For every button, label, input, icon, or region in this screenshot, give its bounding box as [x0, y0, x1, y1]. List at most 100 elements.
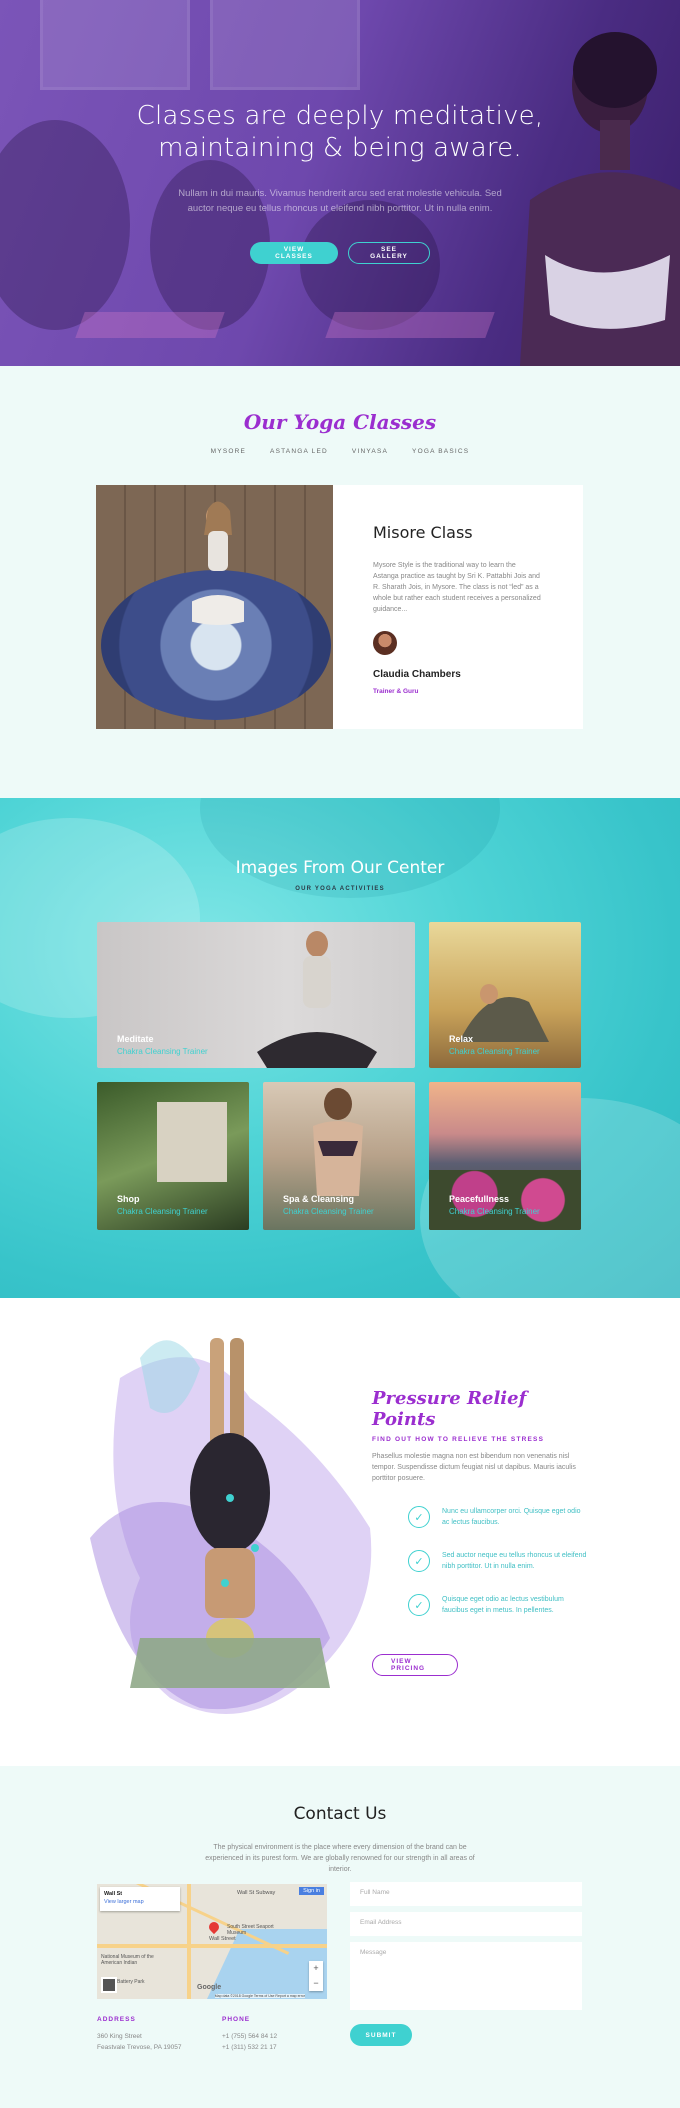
- tile-title: Peacefullness: [449, 1194, 510, 1204]
- contact-lead: The physical environment is the place wh…: [205, 1844, 475, 1873]
- map-label: Wall Street: [209, 1936, 236, 1942]
- map-label: National Museum of the American Indian: [101, 1954, 154, 1966]
- map-sign-in[interactable]: Sign in: [299, 1887, 324, 1895]
- gallery-section: Images From Our Center OUR YOGA ACTIVITI…: [0, 798, 680, 1298]
- pressure-heading: Pressure Relief Points: [372, 1388, 527, 1430]
- zoom-in-icon[interactable]: +: [309, 1961, 323, 1976]
- address-line: Feastvale Trevose, PA 19057: [97, 2044, 182, 2051]
- pressure-point-text: Sed auctor neque eu tellus rhoncus ut el…: [442, 1552, 587, 1570]
- map-larger-link[interactable]: View larger map: [104, 1898, 176, 1906]
- tile-title: Meditate: [117, 1034, 154, 1044]
- pressure-point-text: Nunc eu ullamcorper orci. Quisque eget o…: [442, 1508, 581, 1526]
- tab-yoga-basics[interactable]: YOGA BASICS: [412, 448, 469, 455]
- map-zoom-control: + −: [309, 1961, 323, 1991]
- hero-section: Classes are deeply meditative, maintainin…: [0, 0, 680, 366]
- gallery-heading: Images From Our Center: [235, 858, 445, 878]
- pressure-point: ✓ Sed auctor neque eu tellus rhoncus ut …: [372, 1550, 587, 1572]
- phone-label: PHONE: [222, 2016, 251, 2023]
- contact-heading: Contact Us: [293, 1804, 387, 1824]
- hero-content: Classes are deeply meditative, maintainin…: [0, 100, 680, 264]
- address-block: ADDRESS 360 King Street Feastvale Trevos…: [97, 2016, 181, 2053]
- full-name-field[interactable]: Full Name: [350, 1882, 582, 1906]
- address-label: ADDRESS: [97, 2016, 136, 2023]
- instructor-avatar: [373, 631, 397, 655]
- hero-title-line2: maintaining & being aware.: [158, 133, 522, 163]
- tile-subtitle: Chakra Cleansing Trainer: [283, 1207, 374, 1216]
- tile-subtitle: Chakra Cleansing Trainer: [117, 1047, 208, 1056]
- pressure-content: Pressure Relief Points FIND OUT HOW TO R…: [372, 1388, 587, 1676]
- background-mat: [75, 312, 225, 338]
- class-info: Misore Class Mysore Style is the traditi…: [333, 485, 583, 729]
- hero-title-line1: Classes are deeply meditative,: [136, 101, 544, 131]
- class-card: Misore Class Mysore Style is the traditi…: [96, 485, 583, 729]
- see-gallery-button[interactable]: SEE GALLERY: [348, 242, 430, 264]
- tab-mysore[interactable]: MYSORE: [211, 448, 246, 455]
- tile-subtitle: Chakra Cleansing Trainer: [117, 1207, 208, 1216]
- phone-block: PHONE +1 (755) 564 84 12 +1 (311) 532 21…: [222, 2016, 277, 2053]
- hero-subtitle-text: Nullam in dui mauris. Vivamus hendrerit …: [178, 188, 502, 214]
- meditating-woman-image: [192, 501, 244, 625]
- map-google-logo: Google: [197, 1984, 222, 1991]
- gallery-tile-shop[interactable]: Shop Chakra Cleansing Trainer: [97, 1082, 249, 1230]
- gallery-tile-relax[interactable]: Relax Chakra Cleansing Trainer: [429, 922, 581, 1068]
- class-photo: [96, 485, 333, 729]
- contact-section: Contact Us The physical environment is t…: [0, 1766, 680, 2108]
- watercolor-blot: [200, 798, 500, 898]
- gallery-tile-peacefullness[interactable]: Peacefullness Chakra Cleansing Trainer: [429, 1082, 581, 1230]
- street-view-icon[interactable]: [101, 1977, 117, 1993]
- classes-section: Our Yoga Classes MYSORE ASTANGA LED VINY…: [0, 366, 680, 798]
- hero-buttons: VIEW CLASSES SEE GALLERY: [0, 242, 680, 264]
- contact-form: Full Name Email Address Message SUBMIT: [350, 1882, 582, 2046]
- instructor-name: Claudia Chambers: [373, 669, 461, 680]
- headstand-watercolor-image: [90, 1338, 372, 1714]
- pressure-point-text: Quisque eget odio ac lectus vestibulum f…: [442, 1596, 564, 1614]
- pressure-point: ✓ Quisque eget odio ac lectus vestibulum…: [372, 1594, 587, 1616]
- google-map[interactable]: Wall Street Wall St Subway South Street …: [97, 1884, 327, 1999]
- hero-subtitle: Nullam in dui mauris. Vivamus hendrerit …: [175, 186, 505, 216]
- background-mat: [325, 312, 495, 338]
- map-road: [187, 1884, 191, 1999]
- meditate-figure-image: [257, 931, 377, 1068]
- pressure-point: ✓ Nunc eu ullamcorper orci. Quisque eget…: [372, 1506, 587, 1528]
- gallery-tile-meditate[interactable]: Meditate Chakra Cleansing Trainer: [97, 922, 415, 1068]
- message-field[interactable]: Message: [350, 1942, 582, 2010]
- tab-astanga-led[interactable]: ASTANGA LED: [270, 448, 328, 455]
- hero-title: Classes are deeply meditative, maintainin…: [0, 100, 680, 164]
- check-icon: ✓: [408, 1550, 430, 1572]
- pressure-kicker: FIND OUT HOW TO RELIEVE THE STRESS: [372, 1436, 545, 1443]
- check-icon: ✓: [408, 1594, 430, 1616]
- tile-subtitle: Chakra Cleansing Trainer: [449, 1047, 540, 1056]
- background-window: [210, 0, 360, 90]
- tile-subtitle: Chakra Cleansing Trainer: [449, 1207, 540, 1216]
- map-place: Wall St: [104, 1891, 123, 1897]
- view-classes-button[interactable]: VIEW CLASSES: [250, 242, 338, 264]
- map-label: South Street Seaport Museum: [227, 1924, 274, 1936]
- email-field[interactable]: Email Address: [350, 1912, 582, 1936]
- map-info-box: Wall St View larger map: [100, 1887, 180, 1911]
- class-tabs: MYSORE ASTANGA LED VINYASA YOGA BASICS: [0, 448, 680, 455]
- tile-title: Relax: [449, 1034, 474, 1044]
- map-road: [97, 1944, 327, 1948]
- tab-vinyasa[interactable]: VINYASA: [352, 448, 388, 455]
- check-icon: ✓: [408, 1506, 430, 1528]
- class-description: Mysore Style is the traditional way to l…: [373, 562, 541, 613]
- pressure-section: Pressure Relief Points FIND OUT HOW TO R…: [0, 1298, 680, 1766]
- map-label: Wall St Subway: [237, 1890, 276, 1896]
- classes-heading: Our Yoga Classes: [243, 410, 437, 434]
- address-line: 360 King Street: [97, 2033, 142, 2040]
- zoom-out-icon[interactable]: −: [309, 1976, 323, 1991]
- background-window: [40, 0, 190, 90]
- tile-title: Spa & Cleansing: [283, 1194, 355, 1204]
- gallery-tile-spa[interactable]: Spa & Cleansing Chakra Cleansing Trainer: [263, 1082, 415, 1230]
- map-attribution: Map data ©2018 Google Terms of Use Repor…: [214, 1994, 305, 1998]
- phone-line: +1 (311) 532 21 17: [222, 2044, 277, 2051]
- phone-line: +1 (755) 564 84 12: [222, 2033, 278, 2040]
- gallery-subheading: OUR YOGA ACTIVITIES: [295, 886, 385, 892]
- view-pricing-button[interactable]: VIEW PRICING: [372, 1654, 458, 1676]
- submit-button[interactable]: SUBMIT: [350, 2024, 412, 2046]
- shop-window: [157, 1102, 227, 1182]
- spa-figure-image: [313, 1088, 363, 1196]
- pressure-intro: Phasellus molestie magna non est bibendu…: [372, 1453, 576, 1482]
- map-label: Battery Park: [117, 1979, 145, 1985]
- instructor-role: Trainer & Guru: [373, 688, 419, 695]
